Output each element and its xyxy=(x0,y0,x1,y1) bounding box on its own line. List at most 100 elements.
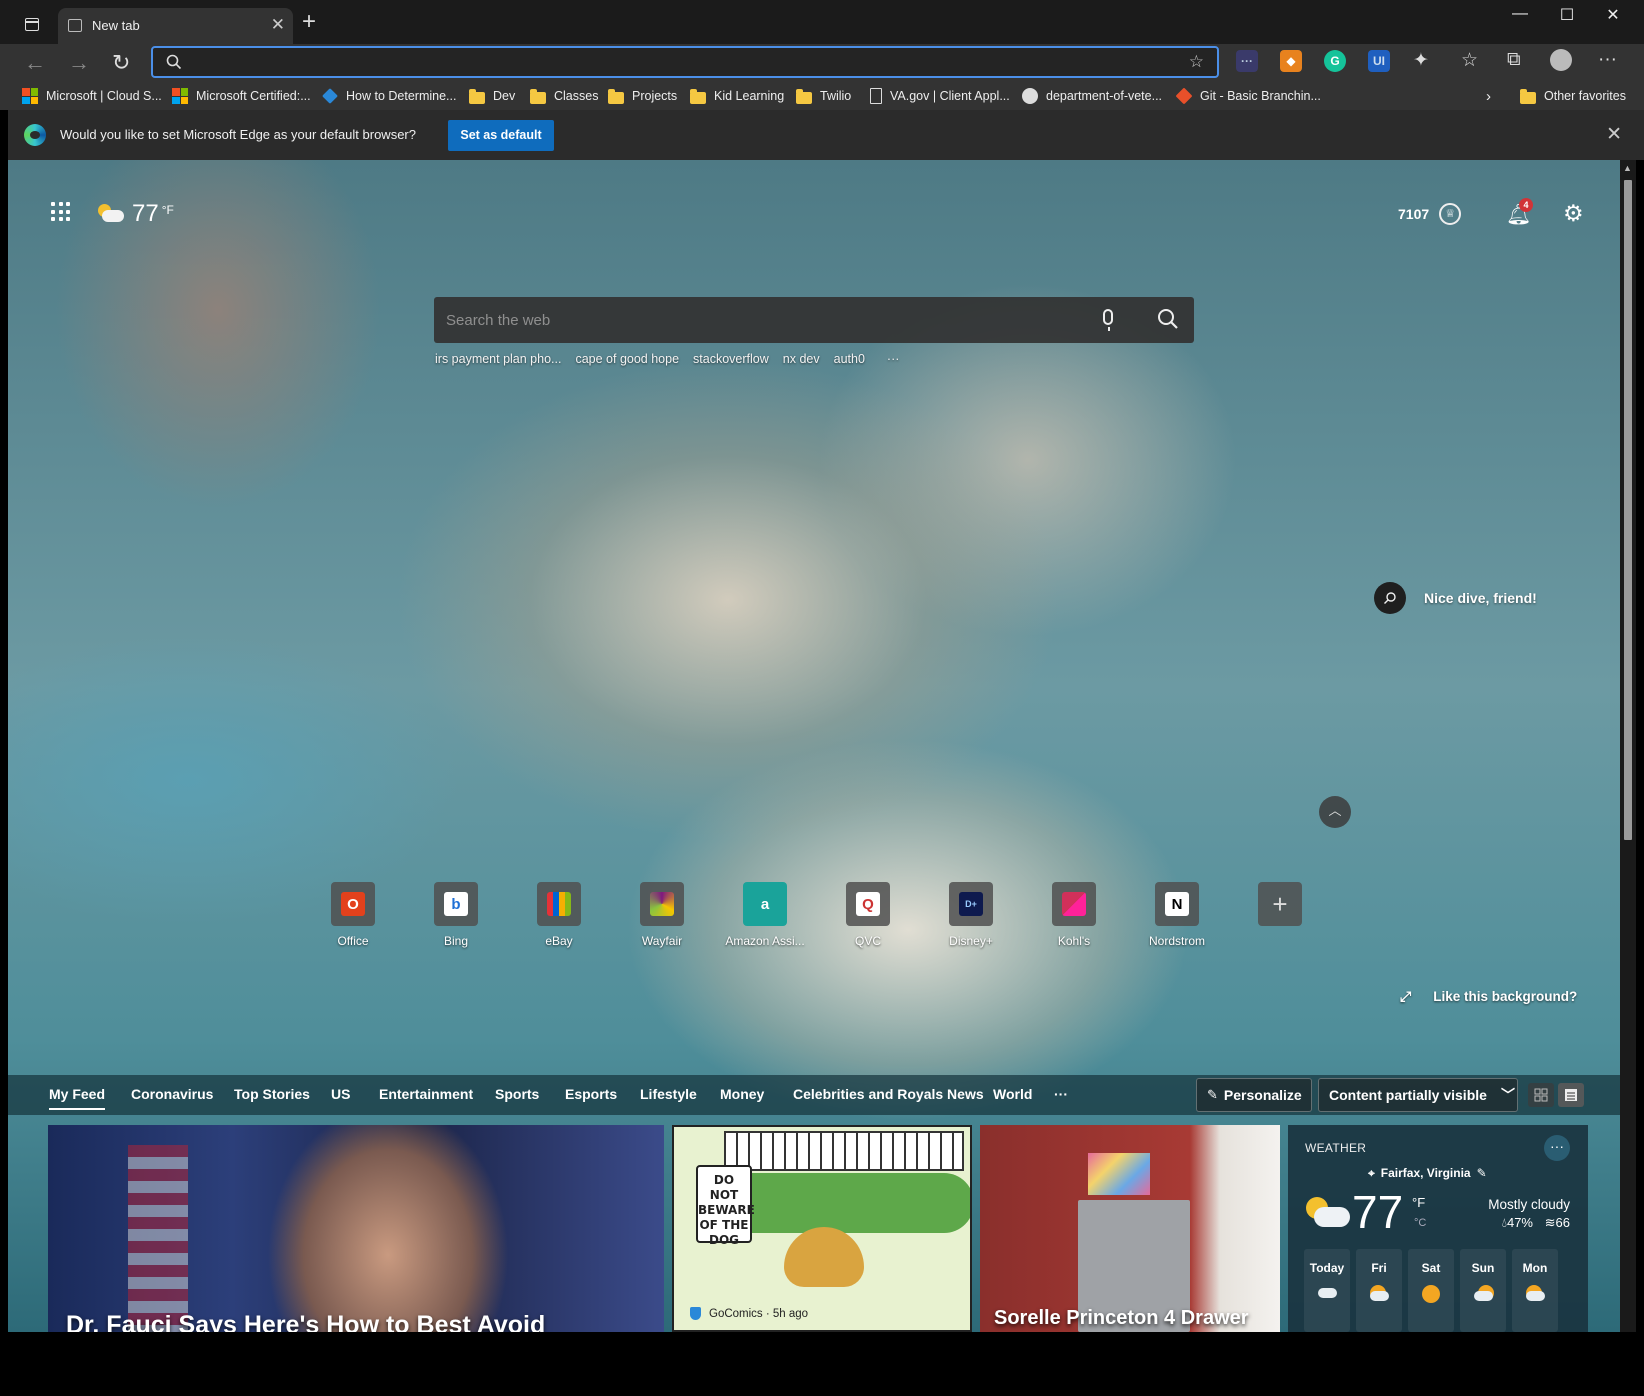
feed-more-tabs-button[interactable]: ··· xyxy=(1054,1086,1068,1102)
favorite-folder-projects[interactable]: Projects xyxy=(608,86,677,106)
trending-search-item[interactable]: stackoverflow xyxy=(693,352,769,366)
close-window-button[interactable]: ✕ xyxy=(1598,5,1628,25)
tab-close-icon[interactable]: ✕ xyxy=(271,15,285,35)
tab-coronavirus[interactable]: Coronavirus xyxy=(131,1086,213,1102)
tab-lifestyle[interactable]: Lifestyle xyxy=(640,1086,697,1102)
favorite-item[interactable]: Git - Basic Branchin... xyxy=(1175,86,1321,106)
add-quick-link-button[interactable]: + xyxy=(1225,882,1335,962)
news-card-fauci[interactable]: Dr. Fauci Says Here's How to Best Avoid xyxy=(48,1125,664,1332)
unit-fahrenheit[interactable]: °F xyxy=(1412,1195,1425,1210)
quick-link-wayfair[interactable]: Wayfair xyxy=(607,882,717,962)
favorite-item[interactable]: VA.gov | Client Appl... xyxy=(870,86,1010,106)
quick-link-ebay[interactable]: eBay xyxy=(504,882,614,962)
infobar-close-icon[interactable]: ✕ xyxy=(1606,123,1622,146)
trending-search-item[interactable]: auth0 xyxy=(834,352,865,366)
forecast-day[interactable]: Fri xyxy=(1356,1249,1402,1332)
other-favorites-folder[interactable]: Other favorites xyxy=(1520,86,1626,106)
notifications-bell-icon[interactable]: 🔔︎ 4 xyxy=(1506,198,1533,227)
tab-world[interactable]: World xyxy=(993,1086,1032,1102)
unit-celsius[interactable]: °C xyxy=(1414,1217,1426,1229)
tab-esports[interactable]: Esports xyxy=(565,1086,617,1102)
tab-sports[interactable]: Sports xyxy=(495,1086,539,1102)
favorite-folder-dev[interactable]: Dev xyxy=(469,86,515,106)
personalize-button[interactable]: ✎ Personalize xyxy=(1196,1078,1312,1112)
favorite-folder-classes[interactable]: Classes xyxy=(530,86,598,106)
quick-link-nordstrom[interactable]: N Nordstrom xyxy=(1122,882,1232,962)
forward-button[interactable]: → xyxy=(68,50,90,76)
trending-more-button[interactable]: ··· xyxy=(887,352,900,366)
rewards-button[interactable]: 7107 ♕ xyxy=(1398,203,1462,225)
extensions-puzzle-icon[interactable]: ✦ xyxy=(1413,49,1429,72)
forecast-day-label: Today xyxy=(1309,1261,1345,1275)
forecast-day[interactable]: Sun xyxy=(1460,1249,1506,1332)
forecast-day[interactable]: Sat xyxy=(1408,1249,1454,1332)
trending-search-item[interactable]: irs payment plan pho... xyxy=(435,352,561,366)
back-button[interactable]: ← xyxy=(24,50,46,76)
content-visibility-dropdown[interactable]: Content partially visible ﹀ xyxy=(1318,1078,1518,1112)
weather-card[interactable]: WEATHER ··· ⌖ Fairfax, Virginia ✎ 77 °F °C… xyxy=(1288,1125,1588,1332)
quick-link-qvc[interactable]: Q QVC xyxy=(813,882,923,962)
favorite-folder-twilio[interactable]: Twilio xyxy=(796,86,851,106)
search-submit-icon[interactable] xyxy=(1156,307,1180,331)
microphone-icon[interactable] xyxy=(1103,309,1113,331)
refresh-button[interactable]: ↻ xyxy=(112,50,130,76)
tab-entertainment[interactable]: Entertainment xyxy=(379,1086,473,1102)
minimize-button[interactable]: — xyxy=(1505,5,1535,23)
weather-location[interactable]: ⌖ Fairfax, Virginia ✎ xyxy=(1368,1166,1487,1181)
address-bar[interactable]: ☆ xyxy=(151,46,1219,78)
quick-link-office[interactable]: O Office xyxy=(298,882,408,962)
scrollbar-thumb[interactable] xyxy=(1624,180,1632,840)
news-card-dresser[interactable]: Sorelle Princeton 4 Drawer xyxy=(980,1125,1280,1332)
favorites-overflow-chevron-icon[interactable]: › xyxy=(1486,86,1491,106)
wayfair-icon xyxy=(650,892,674,916)
weather-condition: Mostly cloudy xyxy=(1488,1197,1570,1212)
tab-us[interactable]: US xyxy=(331,1086,350,1102)
page-scrollbar[interactable]: ▲ xyxy=(1620,160,1636,1332)
page-settings-gear-icon[interactable]: ⚙ xyxy=(1563,200,1584,227)
grid-layout-icon[interactable] xyxy=(1528,1083,1554,1107)
ui-extension-icon[interactable]: UI xyxy=(1368,50,1390,72)
collapse-chevron-up-icon[interactable]: ︿ xyxy=(1319,796,1351,828)
quick-link-bing[interactable]: b Bing xyxy=(401,882,511,962)
quick-link-amazon-assistant[interactable]: a Amazon Assi... xyxy=(710,882,820,962)
weather-more-options-icon[interactable]: ··· xyxy=(1544,1135,1570,1161)
grammarly-extension-icon[interactable]: G xyxy=(1324,50,1346,72)
tab-my-feed[interactable]: My Feed xyxy=(49,1086,106,1110)
header-weather[interactable]: 77 °F xyxy=(98,200,174,228)
extension-dots-icon[interactable]: ··· xyxy=(1236,50,1258,72)
tab-new-tab[interactable]: New tab ✕ xyxy=(58,8,293,44)
maximize-button[interactable]: ☐ xyxy=(1552,5,1582,25)
image-caption[interactable]: Nice dive, friend! xyxy=(1374,582,1537,614)
add-favorite-icon[interactable]: ☆ xyxy=(1189,52,1204,72)
scroll-up-arrow-icon[interactable]: ▲ xyxy=(1623,163,1632,173)
quick-link-disney-plus[interactable]: D+ Disney+ xyxy=(916,882,1026,962)
tab-actions-button[interactable] xyxy=(20,13,44,37)
favorites-icon[interactable]: ☆ xyxy=(1461,49,1478,72)
settings-more-icon[interactable]: ··· xyxy=(1598,49,1617,71)
web-search-input[interactable] xyxy=(446,307,1086,333)
profile-avatar-icon[interactable] xyxy=(1550,49,1572,71)
trending-search-item[interactable]: nx dev xyxy=(783,352,820,366)
tab-top-stories[interactable]: Top Stories xyxy=(234,1086,310,1102)
favorite-folder-kid-learning[interactable]: Kid Learning xyxy=(690,86,784,106)
forecast-day[interactable]: Today xyxy=(1304,1249,1350,1332)
news-card-comic[interactable]: DO NOT BEWARE OF THE DOG GoComics · 5h a… xyxy=(672,1125,972,1332)
favorite-item[interactable]: Microsoft | Cloud S... xyxy=(22,86,162,106)
collections-icon[interactable]: ⧉ xyxy=(1507,49,1521,71)
favorite-item[interactable]: department-of-vete... xyxy=(1022,86,1162,106)
favorite-item[interactable]: Microsoft Certified:... xyxy=(172,86,311,106)
tab-money[interactable]: Money xyxy=(720,1086,764,1102)
web-search-box[interactable] xyxy=(434,297,1194,343)
new-tab-button[interactable]: + xyxy=(302,8,316,36)
list-layout-icon[interactable] xyxy=(1558,1083,1584,1107)
forecast-day[interactable]: Mon xyxy=(1512,1249,1558,1332)
like-background-button[interactable]: ⤢ Like this background? xyxy=(1400,988,1577,1005)
edit-pencil-icon[interactable]: ✎ xyxy=(1477,1166,1487,1180)
metamask-extension-icon[interactable]: ◆ xyxy=(1280,50,1302,72)
favorite-item[interactable]: How to Determine... xyxy=(322,86,456,106)
tab-celebrities-royals[interactable]: Celebrities and Royals News xyxy=(793,1086,984,1102)
quick-link-kohls[interactable]: Kohl's xyxy=(1019,882,1129,962)
set-as-default-button[interactable]: Set as default xyxy=(448,120,554,151)
app-launcher-icon[interactable] xyxy=(51,202,71,222)
trending-search-item[interactable]: cape of good hope xyxy=(575,352,679,366)
